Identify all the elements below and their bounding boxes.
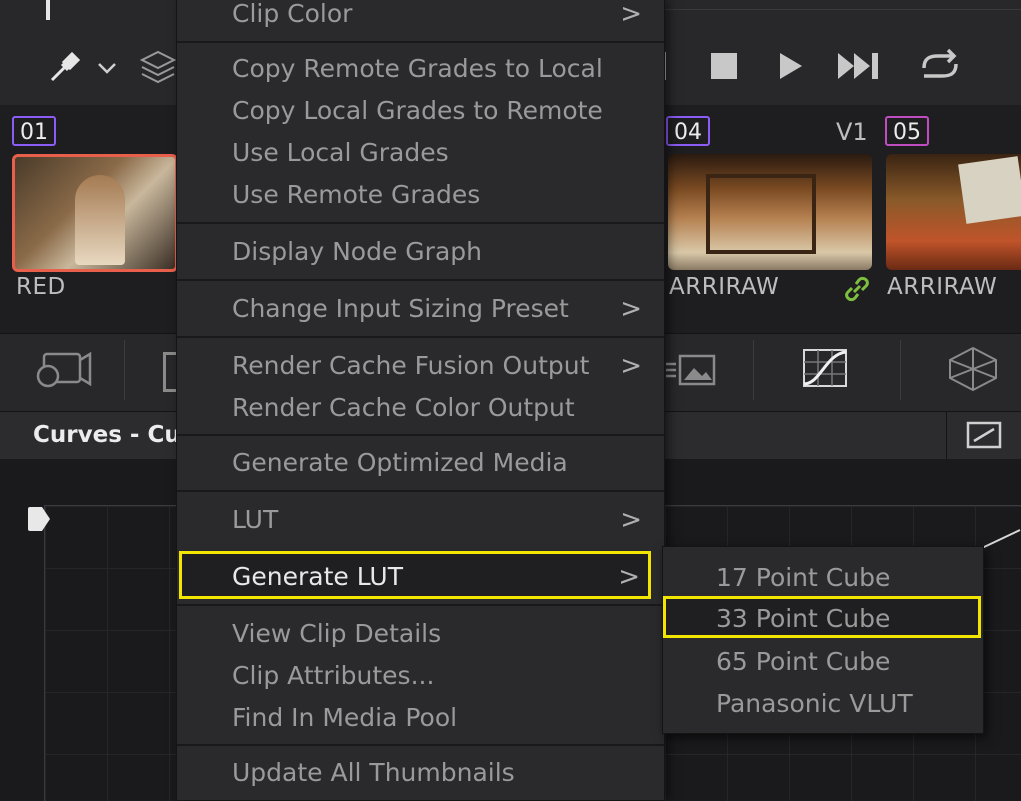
submenu-item-label: 65 Point Cube xyxy=(716,647,891,676)
expand-icon xyxy=(966,421,1002,449)
toolbar-divider xyxy=(900,340,901,400)
skip-forward-icon[interactable] xyxy=(836,50,884,82)
qualifier-icon[interactable] xyxy=(946,346,1000,392)
submenu-item-label: 17 Point Cube xyxy=(716,563,891,592)
menu-item-update-all-thumbnails[interactable]: Update All Thumbnails xyxy=(177,752,664,794)
submenu-item-33-point-cube[interactable]: 33 Point Cube xyxy=(663,598,983,640)
image-wipe-icon[interactable] xyxy=(664,350,718,390)
clip-thumbnail-01[interactable] xyxy=(12,154,178,272)
stop-icon[interactable] xyxy=(708,50,742,82)
clip-number-badge: 04 xyxy=(666,116,710,146)
submenu-item-65-point-cube[interactable]: 65 Point Cube xyxy=(663,641,983,683)
chevron-right-icon: > xyxy=(620,505,642,535)
chevron-down-icon[interactable] xyxy=(96,58,118,78)
menu-item-use-remote-grades[interactable]: Use Remote Grades xyxy=(177,174,664,216)
context-menu: Clip Color > Copy Remote Grades to Local… xyxy=(176,0,665,800)
camera-raw-icon[interactable] xyxy=(30,346,94,392)
expand-button[interactable] xyxy=(946,411,1021,459)
menu-separator xyxy=(177,41,664,43)
thumbnail-image xyxy=(75,175,125,265)
layers-icon[interactable] xyxy=(140,48,176,84)
menu-item-display-node-graph[interactable]: Display Node Graph xyxy=(177,231,664,273)
menu-item-label: Copy Remote Grades to Local xyxy=(232,54,603,83)
eyedropper-icon[interactable] xyxy=(46,50,82,86)
clip-thumbnail-04[interactable] xyxy=(668,154,872,270)
menu-separator xyxy=(177,434,664,436)
playhead-marker[interactable] xyxy=(46,0,50,20)
menu-item-change-input-sizing[interactable]: Change Input Sizing Preset > xyxy=(177,288,664,330)
chevron-right-icon: > xyxy=(618,562,640,592)
menu-separator xyxy=(177,222,664,224)
clip-thumbnail-05[interactable] xyxy=(886,154,1021,270)
play-icon[interactable] xyxy=(776,50,806,82)
menu-item-label: Display Node Graph xyxy=(232,237,482,266)
menu-separator xyxy=(177,279,664,281)
menu-item-label: Clip Attributes... xyxy=(232,661,435,690)
menu-item-label: Generate LUT xyxy=(232,562,403,591)
chevron-right-icon: > xyxy=(620,351,642,381)
curves-icon[interactable] xyxy=(800,346,850,390)
toolbar-divider xyxy=(124,340,125,400)
clip-number-badge: 01 xyxy=(12,116,56,146)
menu-item-render-cache-fusion[interactable]: Render Cache Fusion Output > xyxy=(177,345,664,387)
menu-item-label: Copy Local Grades to Remote xyxy=(232,96,603,125)
link-icon xyxy=(845,276,869,302)
panel-title: Curves - Cu xyxy=(33,422,181,448)
generate-lut-submenu: 17 Point Cube 33 Point Cube 65 Point Cub… xyxy=(662,546,984,734)
toolbar-divider xyxy=(753,340,754,400)
menu-item-copy-local-grades[interactable]: Copy Local Grades to Remote xyxy=(177,90,664,132)
menu-item-label: Generate Optimized Media xyxy=(232,448,568,477)
menu-item-label: Use Remote Grades xyxy=(232,180,481,209)
clip-number: 01 xyxy=(20,120,48,145)
menu-item-label: Use Local Grades xyxy=(232,138,449,167)
scrub-track[interactable] xyxy=(660,9,1021,10)
curve-handle[interactable] xyxy=(26,505,52,533)
thumbnail-image xyxy=(958,156,1021,224)
menu-separator xyxy=(177,490,664,492)
menu-item-label: Render Cache Color Output xyxy=(232,393,575,422)
clip-codec-label: ARRIRAW xyxy=(669,274,780,300)
menu-item-label: View Clip Details xyxy=(232,619,442,648)
clip-codec-label: ARRIRAW xyxy=(887,274,998,300)
clip-codec-label: RED xyxy=(16,274,66,300)
submenu-item-label: 33 Point Cube xyxy=(716,604,891,633)
menu-item-label: Update All Thumbnails xyxy=(232,758,515,787)
menu-item-clip-color[interactable]: Clip Color > xyxy=(177,0,664,35)
menu-item-label: Change Input Sizing Preset xyxy=(232,294,569,323)
menu-item-label: Find In Media Pool xyxy=(232,703,458,732)
menu-item-generate-lut[interactable]: Generate LUT > xyxy=(177,556,664,598)
menu-item-label: Clip Color xyxy=(232,0,353,28)
menu-item-use-local-grades[interactable]: Use Local Grades xyxy=(177,132,664,174)
track-label: V1 xyxy=(836,118,868,146)
menu-separator xyxy=(177,744,664,746)
clip-number-badge: 05 xyxy=(885,116,929,146)
menu-item-view-clip-details[interactable]: View Clip Details xyxy=(177,613,664,655)
menu-item-copy-remote-grades[interactable]: Copy Remote Grades to Local xyxy=(177,48,664,90)
submenu-item-label: Panasonic VLUT xyxy=(716,689,913,718)
menu-item-label: Render Cache Fusion Output xyxy=(232,351,590,380)
submenu-item-17-point-cube[interactable]: 17 Point Cube xyxy=(663,557,983,599)
clip-number: 05 xyxy=(893,120,921,145)
chevron-right-icon: > xyxy=(620,294,642,324)
menu-item-clip-attributes[interactable]: Clip Attributes... xyxy=(177,655,664,697)
menu-separator xyxy=(177,336,664,338)
menu-item-render-cache-color[interactable]: Render Cache Color Output xyxy=(177,387,664,429)
clip-number: 04 xyxy=(674,120,702,145)
menu-item-find-in-media-pool[interactable]: Find In Media Pool xyxy=(177,697,664,739)
menu-item-label: LUT xyxy=(232,505,279,534)
menu-item-lut[interactable]: LUT > xyxy=(177,499,664,541)
menu-item-generate-optimized-media[interactable]: Generate Optimized Media xyxy=(177,442,664,484)
curve-line xyxy=(981,529,1021,549)
chevron-right-icon: > xyxy=(620,0,642,29)
loop-icon[interactable] xyxy=(916,46,964,86)
thumbnail-image xyxy=(706,174,816,254)
submenu-item-panasonic-vlut[interactable]: Panasonic VLUT xyxy=(663,683,983,725)
menu-separator xyxy=(177,604,664,606)
